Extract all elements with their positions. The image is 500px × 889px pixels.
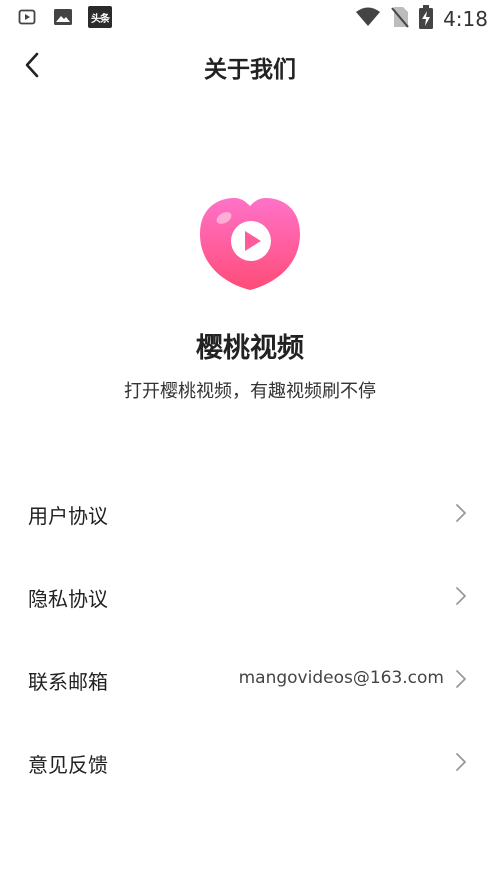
menu-item-privacy-agreement[interactable]: 隐私协议: [0, 557, 500, 637]
no-sim-icon: [391, 6, 409, 32]
wifi-icon: [355, 7, 381, 31]
chevron-right-icon: [456, 670, 466, 688]
page-title: 关于我们: [204, 57, 296, 83]
menu-item-label: 隐私协议: [28, 587, 108, 611]
menu-item-contact-email[interactable]: 联系邮箱 mangovideos@163.com: [0, 640, 500, 720]
menu-item-feedback[interactable]: 意见反馈: [0, 723, 500, 803]
status-bar-right: 4:18: [355, 5, 488, 33]
chevron-right-icon: [456, 504, 466, 522]
heart-play-logo: [198, 196, 302, 292]
play-box-icon: [16, 6, 38, 28]
menu-item-label: 用户协议: [28, 504, 108, 528]
menu-item-user-agreement[interactable]: 用户协议: [0, 474, 500, 554]
app-slogan: 打开樱桃视频，有趣视频刷不停: [124, 381, 376, 402]
contact-email-value: mangovideos@163.com: [238, 668, 444, 688]
battery-charging-icon: [419, 5, 434, 33]
menu-item-label: 意见反馈: [28, 753, 108, 777]
app-header: 关于我们: [0, 36, 500, 96]
image-icon: [52, 6, 74, 28]
app-name: 樱桃视频: [196, 333, 304, 364]
chevron-right-icon: [456, 587, 466, 605]
chevron-right-icon: [456, 753, 466, 771]
status-bar: 头条 4:18: [0, 0, 500, 36]
status-time: 4:18: [443, 7, 488, 31]
toutiao-app-icon: 头条: [88, 6, 112, 28]
status-bar-left: 头条: [16, 6, 112, 28]
menu-item-label: 联系邮箱: [28, 670, 108, 694]
